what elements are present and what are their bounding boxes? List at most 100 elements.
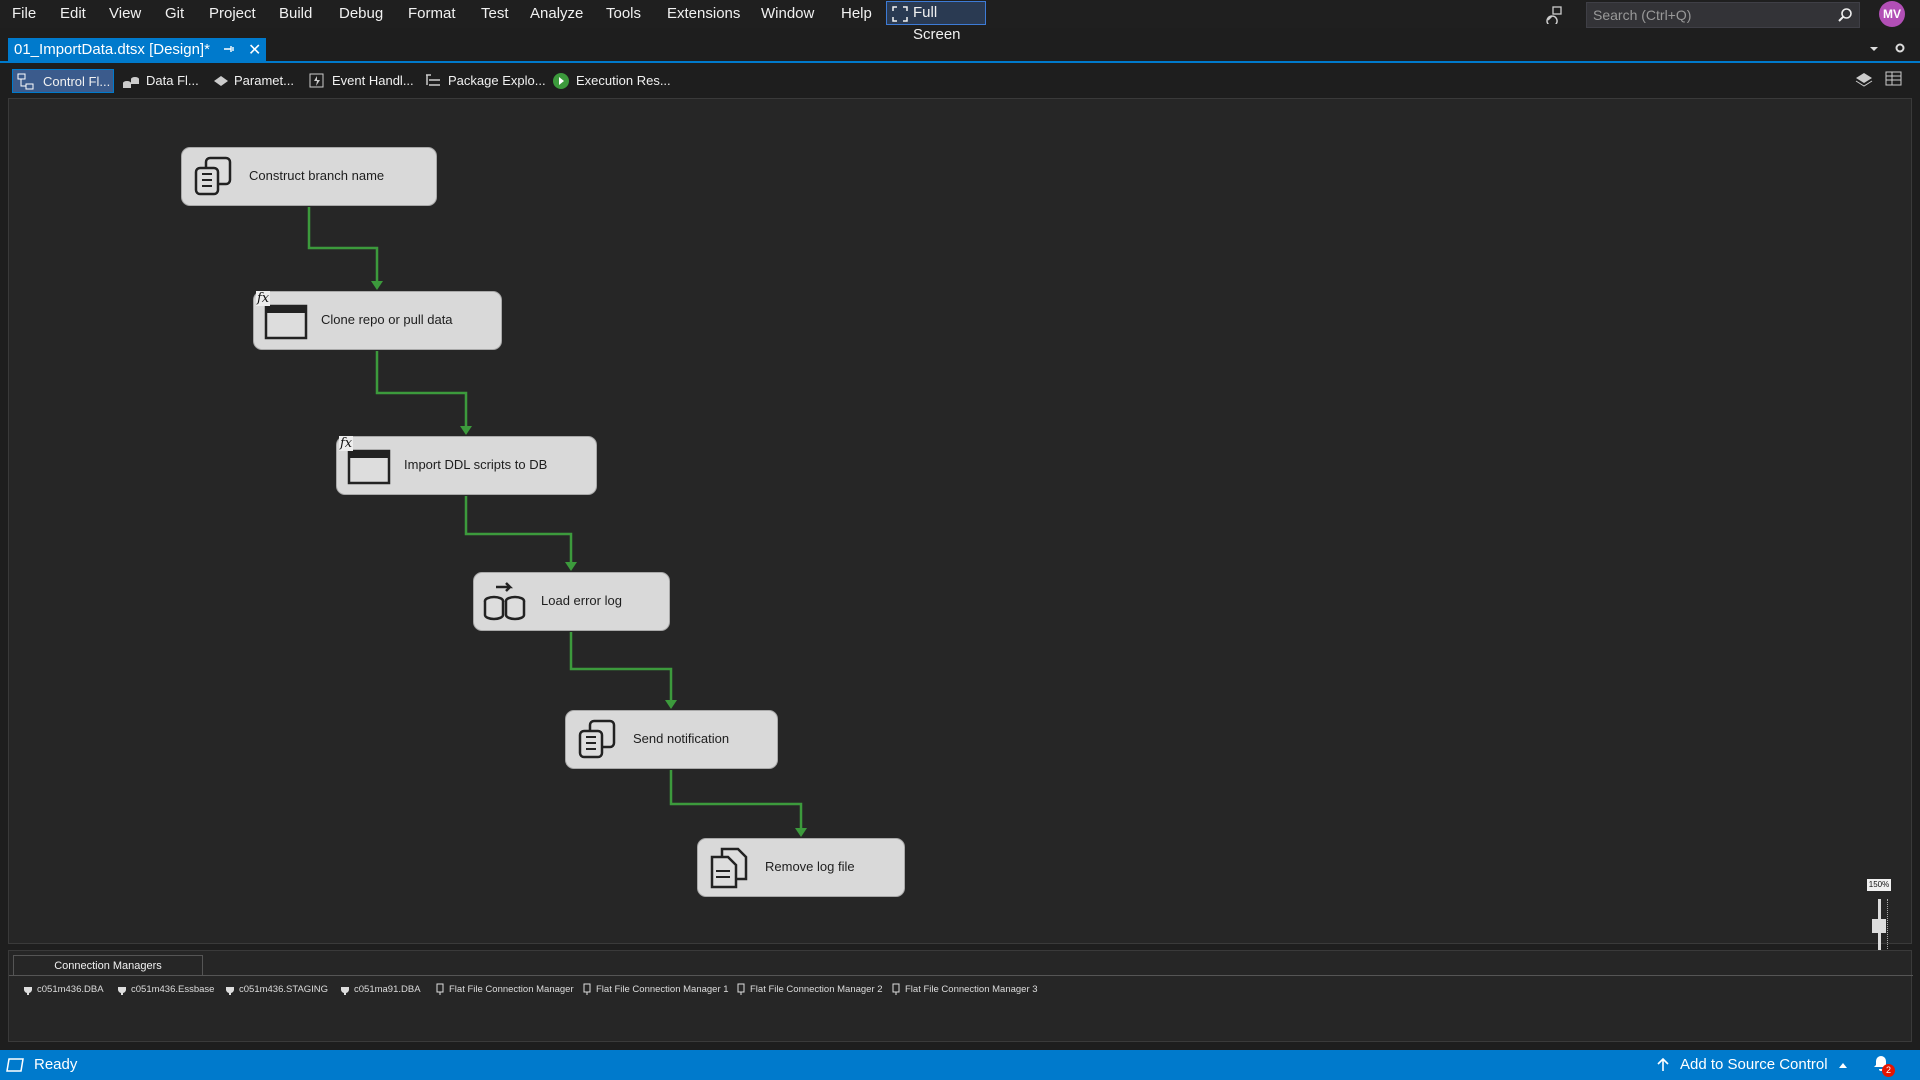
divider [9, 975, 1913, 976]
connection-manager-name: c051m436.DBA [37, 984, 104, 995]
tab-control-flow[interactable]: Control Fl... [12, 69, 114, 93]
document-tab[interactable]: 01_ImportData.dtsx [Design]* ✕ [8, 38, 266, 63]
status-text: Ready [34, 1056, 78, 1073]
menu-edit[interactable]: Edit [60, 0, 86, 28]
data-flow-icon [123, 77, 139, 88]
menu-extensions[interactable]: Extensions [667, 0, 740, 28]
tab-package-explorer[interactable]: Package Explo... [420, 69, 546, 93]
avatar[interactable]: MV [1879, 1, 1905, 27]
menu-project[interactable]: Project [209, 0, 256, 28]
full-screen-button[interactable]: Full Screen [886, 1, 986, 43]
connection-plug-icon [226, 984, 234, 995]
output-window-icon[interactable] [6, 1058, 24, 1072]
execution-results-icon [553, 73, 569, 89]
menu-help[interactable]: Help [841, 0, 872, 28]
precedence-constraint [569, 632, 673, 702]
tab-execution-results-label: Execution Res... [576, 73, 671, 88]
menu-format[interactable]: Format [408, 0, 456, 28]
connection-manager-name: c051m436.Essbase [131, 984, 215, 995]
menu-analyze[interactable]: Analyze [530, 0, 583, 28]
connection-manager-name: Flat File Connection Manager [449, 984, 574, 995]
chevron-up-icon [1838, 1063, 1847, 1068]
expression-marker: fx [256, 291, 271, 306]
connection-manager-name: c051m436.STAGING [239, 984, 329, 995]
tab-event-handlers-label: Event Handl... [332, 73, 414, 88]
tab-package-explorer-label: Package Explo... [448, 73, 546, 88]
add-to-source-control-label: Add to Source Control [1680, 1056, 1828, 1073]
search-placeholder: Search (Ctrl+Q) [1593, 7, 1692, 23]
task-label: Load error log [541, 593, 622, 608]
connection-manager-name: Flat File Connection Manager 1 [596, 984, 729, 995]
precedence-constraint [464, 496, 573, 564]
menu-git[interactable]: Git [165, 0, 184, 28]
toolbox-grid-icon[interactable] [1884, 70, 1904, 88]
task-label: Import DDL scripts to DB [404, 457, 548, 472]
close-icon[interactable]: ✕ [248, 40, 261, 60]
task-load-error-log[interactable]: Load error log [473, 572, 670, 631]
task-label: Remove log file [765, 859, 855, 874]
task-remove-log-file[interactable]: Remove log file [697, 838, 905, 897]
menu-window[interactable]: Window [761, 0, 814, 28]
execute-process-icon [264, 304, 308, 340]
connection-manager-name: c051ma91.DBA [354, 984, 421, 995]
task-construct-branch-name[interactable]: Construct branch name [181, 147, 437, 206]
precedence-arrow [565, 562, 577, 571]
flat-file-connection-icon [892, 983, 900, 995]
document-tab-strip: 01_ImportData.dtsx [Design]* ✕ [0, 38, 1920, 63]
zoom-slider-thumb[interactable] [1872, 918, 1886, 933]
tab-parameters-label: Paramet... [234, 73, 294, 88]
tab-parameters[interactable]: Paramet... [208, 69, 298, 93]
script-task-icon [578, 719, 616, 759]
task-label: Construct branch name [249, 168, 385, 183]
task-clone-repo-or-pull-data[interactable]: fx Clone repo or pull data [253, 291, 502, 350]
pin-icon[interactable] [222, 42, 236, 56]
notification-count-badge: 2 [1882, 1064, 1895, 1077]
script-task-icon [194, 156, 232, 196]
menu-bar: File Edit View Git Project Build Debug F… [0, 0, 1920, 43]
connection-plug-icon [341, 984, 349, 995]
parameters-icon [214, 76, 228, 86]
event-handlers-icon [309, 73, 324, 88]
menu-tools[interactable]: Tools [606, 0, 641, 28]
task-label: Send notification [633, 731, 730, 746]
execute-process-icon [347, 449, 391, 485]
flat-file-connection-icon [737, 983, 745, 995]
connection-managers-tab[interactable]: Connection Managers [13, 955, 203, 975]
tab-control-flow-label: Control Fl... [43, 74, 111, 89]
precedence-arrow [460, 426, 472, 435]
search-input[interactable]: Search (Ctrl+Q) [1586, 2, 1860, 28]
menu-test[interactable]: Test [481, 0, 509, 28]
tab-execution-results[interactable]: Execution Res... [548, 69, 671, 93]
zoom-level-label: 150% [1867, 879, 1891, 891]
package-explorer-icon [426, 74, 440, 86]
precedence-arrow [795, 828, 807, 837]
task-label: Clone repo or pull data [321, 312, 453, 327]
precedence-constraint [669, 770, 803, 830]
task-send-notification[interactable]: Send notification [565, 710, 778, 769]
precedence-constraint [307, 207, 379, 283]
connection-plug-icon [118, 984, 126, 995]
control-flow-icon [17, 73, 34, 90]
data-flow-task-icon [483, 582, 526, 621]
precedence-constraints [307, 207, 807, 837]
file-system-task-icon [710, 847, 748, 889]
tab-overflow-dropdown-icon[interactable] [1868, 42, 1908, 56]
task-import-ddl-scripts[interactable]: fx Import DDL scripts to DB [336, 436, 597, 495]
precedence-arrow [371, 281, 383, 290]
menu-view[interactable]: View [109, 0, 141, 28]
menu-build[interactable]: Build [279, 0, 312, 28]
connection-manager-name: Flat File Connection Manager 3 [905, 984, 1038, 995]
control-flow-canvas[interactable]: Construct branch name fx Clone repo or p… [8, 98, 1912, 1025]
status-bar: Ready Add to Source Control 2 [0, 1050, 1920, 1080]
variables-icon[interactable] [1854, 70, 1874, 88]
tab-data-flow[interactable]: Data Fl... [118, 69, 199, 93]
search-icon[interactable] [1837, 7, 1853, 23]
feedback-icon[interactable] [1544, 4, 1564, 24]
add-to-source-control-button[interactable]: Add to Source Control [1680, 1056, 1848, 1073]
menu-debug[interactable]: Debug [339, 0, 383, 28]
tab-data-flow-label: Data Fl... [146, 73, 199, 88]
connection-manager-name: Flat File Connection Manager 2 [750, 984, 883, 995]
connection-plug-icon [24, 984, 32, 995]
tab-event-handlers[interactable]: Event Handl... [304, 69, 414, 93]
menu-file[interactable]: File [12, 0, 36, 28]
